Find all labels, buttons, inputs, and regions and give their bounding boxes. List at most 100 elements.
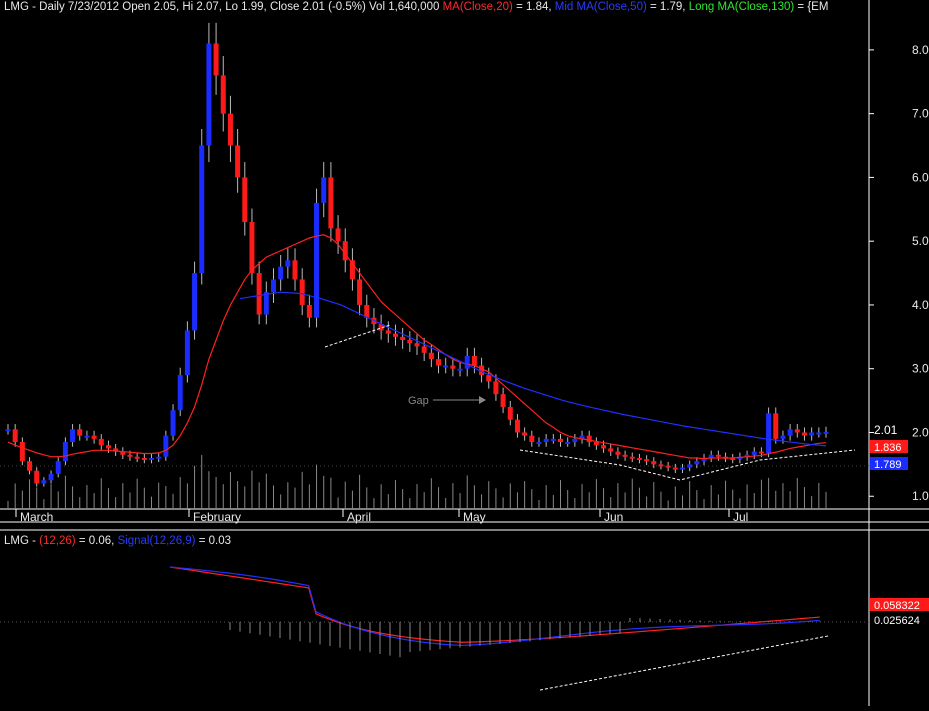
candle-99 (715, 454, 721, 457)
x-tick-label-2: April (347, 510, 371, 524)
candle-35 (256, 273, 262, 315)
candle-28 (206, 43, 212, 146)
candle-39 (285, 260, 291, 267)
candle-37 (270, 279, 276, 293)
candle-91 (658, 464, 664, 467)
y-tick-label-2: 3.0 (912, 362, 929, 376)
macd-header: LMG - (12,26) = 0.06, Signal(12,26,9) = … (4, 535, 231, 547)
candle-88 (636, 457, 642, 460)
candle-2 (19, 442, 25, 462)
candle-25 (184, 330, 190, 376)
candle-59 (428, 352, 434, 360)
header-symbol: LMG (4, 1, 29, 13)
candle-68 (493, 381, 499, 395)
candle-113 (816, 432, 822, 435)
candle-40 (292, 260, 298, 280)
candle-42 (306, 304, 312, 318)
x-tick-label-0: March (20, 510, 53, 524)
candle-0 (5, 429, 11, 432)
candle-57 (414, 343, 420, 347)
header-ma20: MA(Close,20) (442, 1, 513, 13)
signal-value: = 0.03 (198, 535, 232, 547)
candle-63 (457, 368, 463, 371)
candle-95 (687, 464, 693, 468)
candle-111 (801, 432, 807, 436)
candle-94 (679, 467, 685, 470)
macd-trendline (539, 635, 829, 691)
macd-value-label: 0.058322 (874, 600, 920, 612)
candle-9 (70, 429, 76, 443)
candle-72 (522, 432, 528, 436)
header-ma50-value: = 1.79, (650, 1, 686, 13)
candle-81 (586, 435, 592, 443)
candle-5 (41, 480, 47, 484)
candle-6 (48, 473, 54, 481)
header-info: - Daily 7/23/2012 Open 2.05, Hi 2.07, Lo… (32, 1, 440, 13)
stock-chart: 1.0 2.0 3.0 4.0 5.0 6.0 7.0 8.0 March February Apr… (0, 0, 929, 706)
candle-34 (249, 222, 255, 274)
candle-1 (12, 429, 18, 443)
candle-114 (823, 431, 829, 434)
candle-78 (565, 442, 571, 445)
candle-90 (651, 461, 657, 465)
candle-69 (500, 394, 506, 407)
gap-arrow-head (479, 396, 486, 404)
candle-17 (127, 454, 133, 457)
candle-109 (787, 429, 793, 436)
y-tick-label-1: 2.0 (912, 425, 929, 439)
gap-label: Gap (408, 395, 429, 407)
candle-64 (464, 355, 470, 369)
macd-label: (12,26) (39, 535, 76, 547)
candle-104 (751, 451, 757, 455)
candle-19 (141, 457, 147, 460)
candle-41 (299, 279, 305, 305)
candle-75 (543, 438, 549, 443)
candle-62 (450, 365, 456, 369)
candle-44 (321, 177, 327, 203)
last-close-label: 2.01 (874, 423, 898, 437)
candle-27 (199, 145, 205, 274)
candle-67 (486, 375, 492, 382)
candle-89 (644, 459, 650, 462)
y-tick-label-6: 7.0 (912, 107, 929, 121)
x-tick-label-1: February (193, 510, 241, 524)
candle-33 (242, 177, 248, 223)
candle-4 (34, 470, 40, 484)
candle-110 (794, 429, 800, 433)
candle-3 (27, 461, 33, 471)
candle-61 (443, 365, 449, 368)
candle-53 (385, 330, 391, 334)
candle-8 (62, 442, 68, 462)
candle-49 (357, 279, 363, 305)
candle-71 (514, 419, 520, 433)
candle-105 (758, 451, 764, 454)
candle-74 (536, 442, 542, 445)
macd-dash: - (32, 535, 36, 547)
candle-26 (192, 273, 198, 331)
ma50-line (239, 291, 827, 447)
header-ma130: Long MA(Close,130) (688, 1, 795, 13)
candle-12 (91, 435, 97, 439)
candle-107 (773, 413, 779, 439)
y-tick-label-4: 5.0 (912, 234, 929, 248)
x-tick-label-5: Jul (733, 510, 748, 524)
candle-46 (335, 228, 341, 242)
candle-70 (507, 406, 513, 420)
header-ma130-value: = {EM (797, 1, 829, 13)
signal-line (169, 566, 820, 647)
candle-29 (213, 43, 219, 76)
candle-108 (780, 435, 786, 439)
candle-7 (55, 461, 61, 474)
candle-60 (436, 359, 442, 366)
candle-43 (314, 202, 320, 318)
candle-92 (665, 465, 671, 468)
candle-87 (629, 456, 635, 459)
candle-32 (235, 145, 241, 178)
candle-23 (170, 410, 176, 436)
candle-58 (421, 346, 427, 353)
candle-55 (400, 336, 406, 341)
signal-label: Signal(12,26,9) (117, 535, 196, 547)
candle-86 (622, 454, 628, 457)
candle-56 (407, 340, 413, 344)
candle-24 (177, 375, 183, 411)
